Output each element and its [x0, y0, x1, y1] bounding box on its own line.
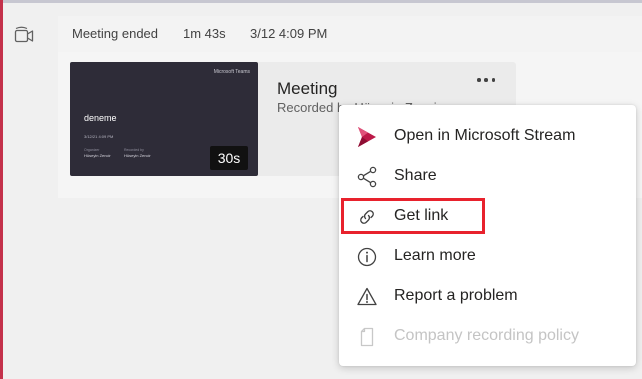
menu-item-share[interactable]: Share	[339, 156, 636, 196]
more-dot	[484, 78, 488, 82]
menu-item-label: Share	[394, 167, 437, 184]
thumbnail-organizer-label: Organizer	[84, 148, 100, 152]
get-link-highlight	[341, 198, 485, 234]
info-icon	[357, 247, 377, 267]
meeting-recording-icon	[14, 26, 34, 43]
menu-item-report-problem[interactable]: Report a problem	[339, 276, 636, 316]
recording-thumbnail[interactable]: Microsoft Teams deneme 3/12/21 4:09 PM O…	[70, 62, 258, 176]
meeting-duration: 1m 43s	[183, 26, 226, 41]
top-divider	[0, 0, 642, 3]
warning-icon	[357, 287, 377, 306]
menu-item-label: Open in Microsoft Stream	[394, 127, 576, 144]
duration-badge: 30s	[210, 146, 248, 170]
menu-item-learn-more[interactable]: Learn more	[339, 236, 636, 276]
thumbnail-organizer-name: Hüseyin Zencir	[84, 153, 111, 158]
menu-item-label: Report a problem	[394, 287, 518, 304]
more-dot	[477, 78, 481, 82]
thumbnail-recorded-name: Hüseyin Zencir	[124, 153, 151, 158]
meeting-datetime: 3/12 4:09 PM	[250, 26, 328, 41]
menu-item-label: Learn more	[394, 247, 476, 264]
document-icon	[360, 327, 374, 347]
more-dot	[491, 78, 495, 82]
menu-item-recording-policy: Company recording policy	[339, 316, 636, 356]
thumbnail-recorded-label: Recorded by	[124, 148, 144, 152]
stream-icon	[358, 127, 376, 147]
meeting-ended-header: Meeting ended 1m 43s 3/12 4:09 PM	[58, 16, 642, 52]
thumbnail-title: deneme	[84, 113, 117, 123]
thumbnail-date: 3/12/21 4:09 PM	[84, 134, 114, 139]
channel-accent-bar	[0, 0, 3, 379]
recording-context-menu: Open in Microsoft Stream Share Get link …	[339, 105, 636, 366]
event-text: Meeting ended	[72, 26, 159, 41]
menu-item-open-in-stream[interactable]: Open in Microsoft Stream	[339, 116, 636, 156]
more-options-button[interactable]	[474, 72, 498, 88]
recording-title[interactable]: Meeting	[277, 79, 337, 99]
thumbnail-brand: Microsoft Teams	[213, 69, 250, 75]
share-icon	[357, 166, 377, 188]
menu-item-label: Company recording policy	[394, 327, 579, 344]
